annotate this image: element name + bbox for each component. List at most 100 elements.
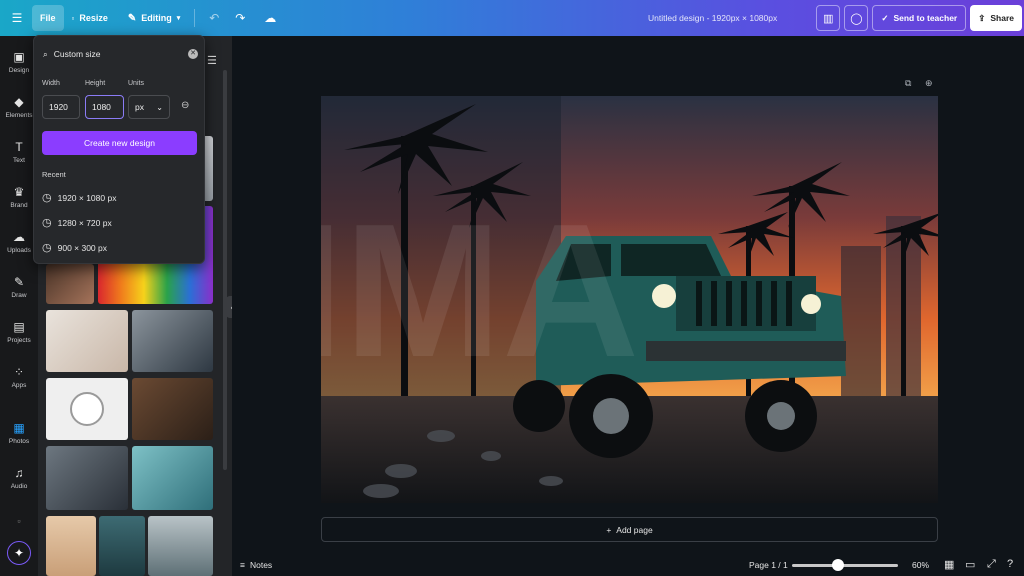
recent-size-item[interactable]: ◷ 1920 × 1080 px [42,191,116,204]
rail-item-photos[interactable]: ▦ Photos [0,421,38,445]
add-page-icon[interactable]: ⊕ [925,78,933,89]
editing-label: Editing [141,13,172,23]
lock-aspect-icon[interactable]: ⊖ [181,100,189,111]
share-label: Share [990,13,1014,23]
height-label: Height [85,80,106,87]
more-icon: ▫ [17,516,21,526]
fullscreen-icon[interactable]: ⤢ [987,558,996,571]
rail-label: Photos [8,438,30,445]
width-label: Width [42,80,60,87]
editing-mode-button[interactable]: ✎ Editing ▾ [122,5,186,31]
rail-label: Apps [11,382,27,389]
clock-icon: ◷ [42,242,52,254]
comment-icon: ◯ [850,12,863,25]
insights-button[interactable]: ▥ [816,5,841,31]
recent-size-item[interactable]: ◷ 900 × 300 px [42,241,107,254]
rail-item-apps[interactable]: ⁘ Apps [0,365,38,389]
clock-icon: ◷ [42,192,52,204]
units-select[interactable]: px ⌄ [128,95,170,119]
photo-thumbnail[interactable] [132,446,213,510]
file-menu-button[interactable]: File [32,5,64,31]
zoom-slider-track[interactable] [792,564,898,567]
recent-size-item[interactable]: ◷ 1280 × 720 px [42,216,112,229]
resize-icon: ▫ [71,13,75,23]
plus-icon: + [606,524,612,535]
file-label: File [40,13,56,23]
clock-icon: ◷ [42,217,52,229]
svg-text:IMA: IMA [321,185,639,397]
pencil-icon: ✎ [127,12,137,24]
photo-thumbnail[interactable] [46,516,96,576]
photo-thumbnail[interactable] [132,378,213,440]
share-icon: ⇪ [978,12,986,23]
search-icon: ⌕ [43,48,48,59]
custom-size-dropdown: ⌕ Custom size ✕ Width Height Units 1920 … [33,35,205,264]
magic-assistant-button[interactable]: ✦ [7,541,31,565]
rail-label: Elements [5,112,33,119]
recent-size-label: 1280 × 720 px [57,217,112,228]
comments-button[interactable]: ◯ [844,5,869,31]
topbar-actions: ▥ ◯ ✓ Send to teacher ⇪ Share [816,5,1022,31]
create-new-design-button[interactable]: Create new design [42,131,197,155]
add-page-label: Add page [616,524,653,535]
menu-icon[interactable]: ☰ [6,7,28,29]
sparkle-icon: ✦ [13,546,25,560]
rail-item-audio[interactable]: ♫ Audio [0,466,38,490]
cloud-saved-icon[interactable]: ☁ [259,7,281,29]
photo-thumbnail[interactable] [99,516,145,576]
duplicate-page-icon[interactable]: ⧉ [905,78,911,89]
draw-icon: ✎ [13,275,25,289]
grid-view-icon[interactable]: ▦ [944,558,954,571]
search-input[interactable]: Custom size [54,49,101,59]
audio-icon: ♫ [14,466,24,480]
send-to-teacher-button[interactable]: ✓ Send to teacher [872,5,967,31]
pages-icon[interactable]: ▭ [965,558,975,571]
photo-thumbnail[interactable] [132,310,213,372]
apps-icon: ⁘ [13,365,25,379]
units-value: px [135,102,144,112]
photo-thumbnail[interactable] [148,516,213,576]
photo-thumbnail[interactable] [46,310,128,372]
top-bar: ☰ File ▫ Resize ✎ Editing ▾ ↶ ↷ ☁ Untitled … [0,0,1024,36]
recent-size-label: 900 × 300 px [57,242,107,253]
car-sunset-image: IMA [321,96,938,503]
recent-size-label: 1920 × 1080 px [57,192,117,203]
rail-item-draw[interactable]: ✎ Draw [0,275,38,299]
share-button[interactable]: ⇪ Share [970,5,1022,31]
photo-thumbnail[interactable] [46,264,94,304]
rail-label: Projects [7,337,31,344]
rail-item-projects[interactable]: ▤ Projects [0,320,38,344]
height-input[interactable]: 1080 [85,95,124,119]
divider [194,9,196,27]
resize-label: Resize [79,13,108,23]
photo-thumbnail[interactable] [46,446,128,510]
units-label: Units [128,80,144,87]
help-icon[interactable]: ? [1007,558,1013,570]
projects-icon: ▤ [13,320,25,334]
notes-label: Notes [249,560,273,570]
document-title[interactable]: Untitled design - 1920px × 1080px [648,13,777,23]
redo-icon[interactable]: ↷ [229,7,251,29]
rail-label: Brand [10,202,28,209]
chevron-down-icon: ⌄ [156,102,163,112]
chevron-down-icon: ▾ [176,15,181,22]
resize-button[interactable]: ▫ Resize [66,5,114,31]
check-circle-icon: ✓ [881,12,889,23]
rail-label: Design [8,67,30,74]
zoom-slider-handle[interactable] [832,559,845,571]
undo-icon[interactable]: ↶ [203,7,225,29]
page-indicator[interactable]: Page 1 / 1 [749,560,788,570]
width-input[interactable]: 1920 [42,95,80,119]
panel-scrollbar[interactable] [223,70,227,470]
clear-search-icon[interactable]: ✕ [188,49,198,59]
add-page-button[interactable]: + Add page [321,517,938,542]
filter-icon[interactable]: ☰ [207,54,217,67]
zoom-level[interactable]: 60% [912,560,929,570]
rail-label: Draw [11,292,27,299]
photo-thumbnail[interactable] [46,378,128,440]
notes-button[interactable]: ≡ Notes [240,560,272,570]
custom-size-search[interactable]: ⌕ Custom size ✕ [40,44,200,64]
rail-item-more[interactable]: ▫ [0,514,38,531]
design-canvas[interactable]: IMA [321,96,938,503]
magnifier-graphic [70,392,104,426]
